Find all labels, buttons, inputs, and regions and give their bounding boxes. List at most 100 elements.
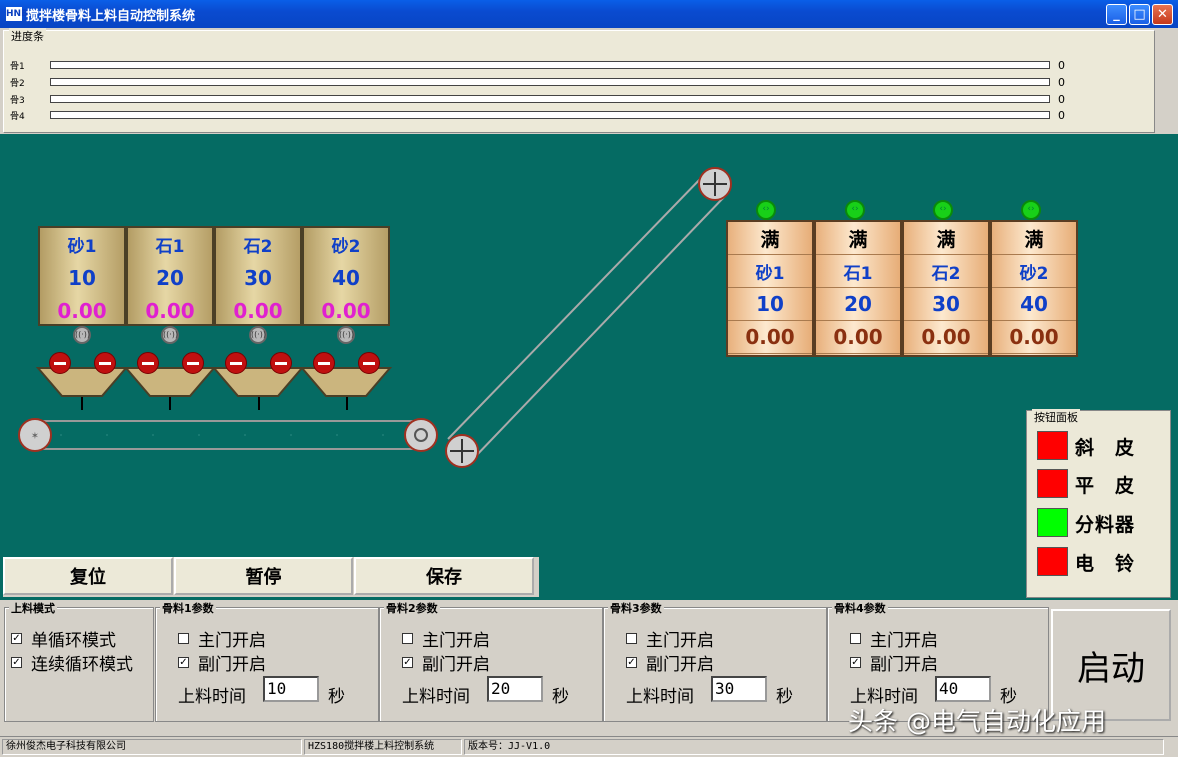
bin-target: 40 xyxy=(992,288,1076,321)
bin-actual: 0.00 xyxy=(816,321,900,354)
silo-target: 30 xyxy=(244,265,272,290)
bell-indicator[interactable] xyxy=(1037,547,1068,576)
bin-1: 满 砂1 10 0.00 xyxy=(726,220,814,357)
svg-text:✶: ✶ xyxy=(31,431,39,442)
silo-actual: 0.00 xyxy=(145,298,195,323)
checkbox-icon[interactable]: ✓ xyxy=(850,657,861,668)
feed-time-input[interactable]: 30 xyxy=(711,676,767,702)
distributor-label: 分料器 xyxy=(1075,514,1136,536)
sub-gate-stop-icon[interactable] xyxy=(270,352,292,374)
control-button-bar: 复位 暂停 保存 xyxy=(3,557,539,597)
sub-gate-checkbox[interactable]: ✓ 副门开启 xyxy=(850,650,938,675)
bin-full-status: 满 xyxy=(816,222,900,255)
continuous-cycle-checkbox[interactable]: ✓ 连续循环模式 xyxy=(11,650,133,675)
feed-time-input[interactable]: 10 xyxy=(263,676,319,702)
checkbox-icon[interactable]: ✓ xyxy=(178,657,189,668)
progress-bar xyxy=(50,61,1050,69)
progress-value: 0 xyxy=(1058,108,1065,122)
feed-time-input[interactable]: 40 xyxy=(935,676,991,702)
progress-row-4: 骨4 0 xyxy=(10,108,1065,122)
checkbox-icon[interactable]: ✓ xyxy=(626,657,637,668)
checkbox-icon[interactable] xyxy=(402,633,413,644)
main-gate-checkbox[interactable]: 主门开启 xyxy=(850,626,938,651)
checkbox-icon[interactable] xyxy=(178,633,189,644)
incline-top-pulley xyxy=(698,167,732,201)
aggregate-3-params: 骨料3参数 主门开启 ✓ 副门开启 上料时间 30 秒 xyxy=(603,600,827,722)
progress-value: 0 xyxy=(1058,92,1065,106)
checkbox-icon[interactable]: ✓ xyxy=(11,633,22,644)
main-gate-checkbox[interactable]: 主门开启 xyxy=(626,626,714,651)
main-gate-label: 主门开启 xyxy=(198,631,266,651)
bin-full-status: 满 xyxy=(992,222,1076,255)
flat-belt-right-pulley xyxy=(404,418,438,452)
main-gate-checkbox[interactable]: 主门开启 xyxy=(178,626,266,651)
progress-value: 0 xyxy=(1058,75,1065,89)
main-gate-checkbox[interactable]: 主门开启 xyxy=(402,626,490,651)
seconds-label: 秒 xyxy=(328,687,345,707)
main-gate-stop-icon[interactable] xyxy=(225,352,247,374)
distributor-indicator[interactable] xyxy=(1037,508,1068,537)
sub-gate-stop-icon[interactable] xyxy=(182,352,204,374)
sub-gate-checkbox[interactable]: ✓ 副门开启 xyxy=(626,650,714,675)
bin-name: 石1 xyxy=(816,255,900,288)
sub-gate-stop-icon[interactable] xyxy=(94,352,116,374)
flat-belt-left-pulley: ✶ xyxy=(18,418,52,452)
vibrator-icon[interactable]: ((·)) xyxy=(249,326,267,344)
main-gate-stop-icon[interactable] xyxy=(313,352,335,374)
progress-row-2: 骨2 0 xyxy=(10,75,1065,89)
bin-name: 砂2 xyxy=(992,255,1076,288)
bin-name: 砂1 xyxy=(728,255,812,288)
progress-label: 骨3 xyxy=(10,95,25,106)
progress-label: 骨1 xyxy=(10,61,25,72)
window-title: 搅拌楼骨料上料自动控制系统 xyxy=(26,8,196,24)
bell-label: 电 铃 xyxy=(1075,553,1136,575)
silo-name: 砂2 xyxy=(331,237,361,257)
single-cycle-checkbox[interactable]: ✓ 单循环模式 xyxy=(11,626,116,651)
main-gate-stop-icon[interactable] xyxy=(137,352,159,374)
bin-actual: 0.00 xyxy=(992,321,1076,354)
vibrator-icon[interactable]: ((·)) xyxy=(73,326,91,344)
checkbox-icon[interactable] xyxy=(850,633,861,644)
sub-gate-stop-icon[interactable] xyxy=(358,352,380,374)
progress-label: 骨4 xyxy=(10,111,25,122)
main-gate-stop-icon[interactable] xyxy=(49,352,71,374)
sub-gate-label: 副门开启 xyxy=(198,655,266,675)
progress-bar xyxy=(50,95,1050,103)
save-button[interactable]: 保存 xyxy=(354,557,534,595)
sub-gate-checkbox[interactable]: ✓ 副门开启 xyxy=(402,650,490,675)
feed-time-input[interactable]: 20 xyxy=(487,676,543,702)
vibrator-icon[interactable]: ((·)) xyxy=(337,326,355,344)
checkbox-icon[interactable]: ✓ xyxy=(402,657,413,668)
main-gate-label: 主门开启 xyxy=(870,631,938,651)
button-panel: 按钮面板 斜 皮 平 皮 分料器 电 铃 xyxy=(1026,409,1171,598)
status-bar: 徐州俊杰电子科技有限公司 HZS180搅拌楼上料控制系统 版本号：JJ-V1.0 xyxy=(0,736,1178,757)
silo-actual: 0.00 xyxy=(57,298,107,323)
bin-4-level-indicator-icon: ‹› xyxy=(1021,200,1041,220)
params-title: 骨料3参数 xyxy=(608,600,664,616)
flat-belt-indicator[interactable] xyxy=(1037,469,1068,498)
vibrator-icon[interactable]: ((·)) xyxy=(161,326,179,344)
app-icon: HNB xyxy=(6,7,28,21)
checkbox-icon[interactable]: ✓ xyxy=(11,657,22,668)
reset-button[interactable]: 复位 xyxy=(3,557,173,595)
close-button[interactable]: ✕ xyxy=(1152,4,1173,25)
sub-gate-checkbox[interactable]: ✓ 副门开启 xyxy=(178,650,266,675)
silo-4: 砂2 40 0.00 ((·)) xyxy=(302,226,390,374)
silo-3: 石2 30 0.00 ((·)) xyxy=(214,226,302,374)
pause-button[interactable]: 暂停 xyxy=(174,557,353,595)
progress-row-3: 骨3 0 xyxy=(10,92,1065,106)
button-panel-legend: 按钮面板 xyxy=(1032,409,1080,425)
silo-name: 石1 xyxy=(155,237,185,257)
silo-target: 40 xyxy=(332,265,360,290)
incline-belt-indicator[interactable] xyxy=(1037,431,1068,460)
minimize-button[interactable]: _ xyxy=(1106,4,1127,25)
incline-belt-label: 斜 皮 xyxy=(1075,437,1136,459)
single-cycle-label: 单循环模式 xyxy=(31,631,116,651)
mode-group: 上料模式 ✓ 单循环模式 ✓ 连续循环模式 xyxy=(4,600,154,722)
time-label: 上料时间 xyxy=(178,687,246,707)
mode-title: 上料模式 xyxy=(9,600,57,616)
checkbox-icon[interactable] xyxy=(626,633,637,644)
title-bar: HNB 搅拌楼骨料上料自动控制系统 _ □ ✕ xyxy=(0,0,1178,28)
params-title: 骨料2参数 xyxy=(384,600,440,616)
maximize-button[interactable]: □ xyxy=(1129,4,1150,25)
